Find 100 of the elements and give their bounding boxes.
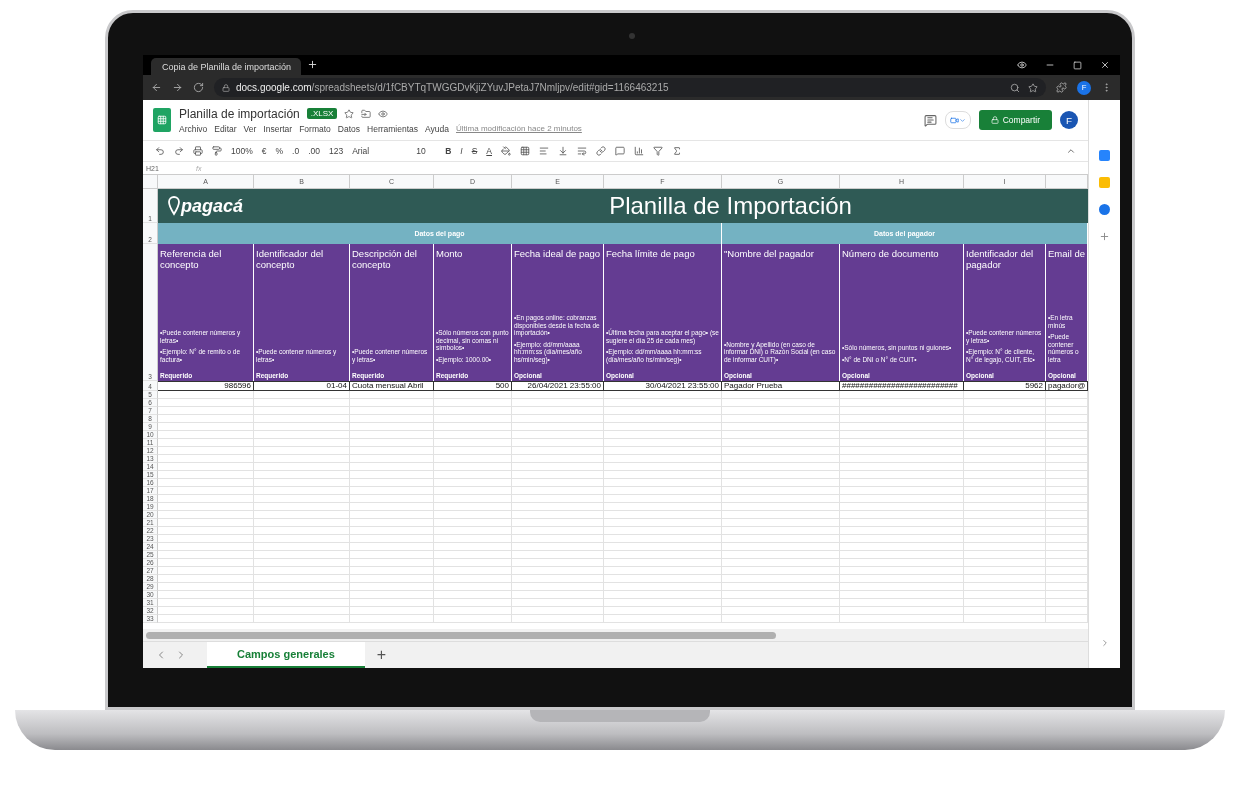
menu-item[interactable]: Ver: [243, 123, 257, 134]
grid-cell[interactable]: [840, 575, 964, 583]
grid-cell[interactable]: [254, 599, 350, 607]
grid-cell[interactable]: [722, 519, 840, 527]
grid-cell[interactable]: [722, 407, 840, 415]
grid-cell[interactable]: [512, 551, 604, 559]
grid-cell[interactable]: [512, 575, 604, 583]
grid-cell[interactable]: [840, 415, 964, 423]
eye-icon[interactable]: [378, 108, 389, 119]
star-icon[interactable]: [344, 108, 355, 119]
grid-cell[interactable]: [254, 455, 350, 463]
grid-cell[interactable]: [254, 463, 350, 471]
grid-cell[interactable]: [512, 615, 604, 623]
grid-cell[interactable]: [964, 423, 1046, 431]
grid-cell[interactable]: [1046, 479, 1088, 487]
grid-cell[interactable]: [1046, 423, 1088, 431]
print-icon[interactable]: [193, 146, 203, 156]
grid-cell[interactable]: [512, 471, 604, 479]
grid-cell[interactable]: [964, 487, 1046, 495]
lock-icon[interactable]: [222, 83, 230, 92]
browser-tab[interactable]: Copia de Planilla de importación: [151, 58, 301, 75]
grid-cell[interactable]: [434, 439, 512, 447]
grid-cell[interactable]: [434, 391, 512, 399]
grid-cell[interactable]: [254, 567, 350, 575]
grid-cell[interactable]: [604, 607, 722, 615]
grid-cell[interactable]: [350, 511, 434, 519]
grid-cell[interactable]: [350, 471, 434, 479]
increase-decimals-button[interactable]: .00: [308, 146, 320, 156]
grid-cell[interactable]: [512, 599, 604, 607]
grid-cell[interactable]: [434, 399, 512, 407]
grid-cell[interactable]: [512, 543, 604, 551]
collapse-icon[interactable]: [1066, 146, 1076, 156]
grid-cell[interactable]: [604, 575, 722, 583]
grid-cell[interactable]: [722, 527, 840, 535]
grid-cell[interactable]: [604, 559, 722, 567]
grid-cell[interactable]: [722, 591, 840, 599]
grid-cell[interactable]: [254, 543, 350, 551]
grid-cell[interactable]: [158, 583, 254, 591]
grid-cell[interactable]: [254, 415, 350, 423]
grid-cell[interactable]: [254, 519, 350, 527]
grid-cell[interactable]: [722, 495, 840, 503]
grid-cell[interactable]: [512, 511, 604, 519]
grid-cell[interactable]: [254, 423, 350, 431]
grid-cell[interactable]: [434, 423, 512, 431]
grid-cell[interactable]: [350, 607, 434, 615]
fill-color-icon[interactable]: [501, 146, 511, 156]
grid-cell[interactable]: [964, 575, 1046, 583]
comments-icon[interactable]: [923, 113, 937, 127]
grid-cell[interactable]: [254, 591, 350, 599]
grid-cell[interactable]: [1046, 455, 1088, 463]
grid-cell[interactable]: [604, 527, 722, 535]
menu-item[interactable]: Ayuda: [425, 123, 449, 134]
grid-cell[interactable]: [254, 575, 350, 583]
grid-cell[interactable]: [350, 527, 434, 535]
grid-cell[interactable]: [1046, 591, 1088, 599]
font-select[interactable]: Arial: [352, 146, 408, 156]
grid-cell[interactable]: [840, 543, 964, 551]
grid-cell[interactable]: [604, 463, 722, 471]
grid-cell[interactable]: [512, 479, 604, 487]
grid-cell[interactable]: [350, 415, 434, 423]
grid-cell[interactable]: [434, 519, 512, 527]
grid-cell[interactable]: [512, 535, 604, 543]
grid-cell[interactable]: [722, 479, 840, 487]
grid-cell[interactable]: [722, 487, 840, 495]
grid-cell[interactable]: [604, 543, 722, 551]
grid-cell[interactable]: [1046, 487, 1088, 495]
grid-cell[interactable]: [1046, 511, 1088, 519]
grid-cell[interactable]: [350, 407, 434, 415]
grid-cell[interactable]: [722, 415, 840, 423]
grid-cell[interactable]: [964, 567, 1046, 575]
new-tab-icon[interactable]: [307, 59, 318, 70]
grid-cell[interactable]: [722, 431, 840, 439]
grid-cell[interactable]: [434, 567, 512, 575]
grid-cell[interactable]: [1046, 559, 1088, 567]
menu-item[interactable]: Editar: [214, 123, 237, 134]
grid-cell[interactable]: [434, 607, 512, 615]
grid-cell[interactable]: [964, 463, 1046, 471]
user-avatar[interactable]: F: [1060, 111, 1078, 129]
grid-cell[interactable]: [1046, 567, 1088, 575]
grid-cell[interactable]: [158, 495, 254, 503]
grid-cell[interactable]: [604, 591, 722, 599]
redo-icon[interactable]: [174, 146, 184, 156]
grid-cell[interactable]: [964, 415, 1046, 423]
grid-cell[interactable]: [964, 607, 1046, 615]
grid-cell[interactable]: [434, 583, 512, 591]
grid-cell[interactable]: [722, 391, 840, 399]
grid-cell[interactable]: [840, 439, 964, 447]
grid-cell[interactable]: [350, 431, 434, 439]
grid-cell[interactable]: [254, 399, 350, 407]
url-field[interactable]: docs.google.com/spreadsheets/d/1fCBYTqTWGGDvKjiZYuvJPetaJ7Nmljpv/edit#gid=1166463215: [214, 78, 1046, 97]
grid-cell[interactable]: [1046, 583, 1088, 591]
grid-cell[interactable]: [840, 551, 964, 559]
grid-cell[interactable]: [158, 399, 254, 407]
back-icon[interactable]: [151, 82, 162, 93]
grid-cell[interactable]: [840, 495, 964, 503]
grid-cell[interactable]: [434, 591, 512, 599]
forward-icon[interactable]: [172, 82, 183, 93]
grid-cell[interactable]: [512, 423, 604, 431]
grid-cell[interactable]: [158, 511, 254, 519]
grid-cell[interactable]: [158, 447, 254, 455]
